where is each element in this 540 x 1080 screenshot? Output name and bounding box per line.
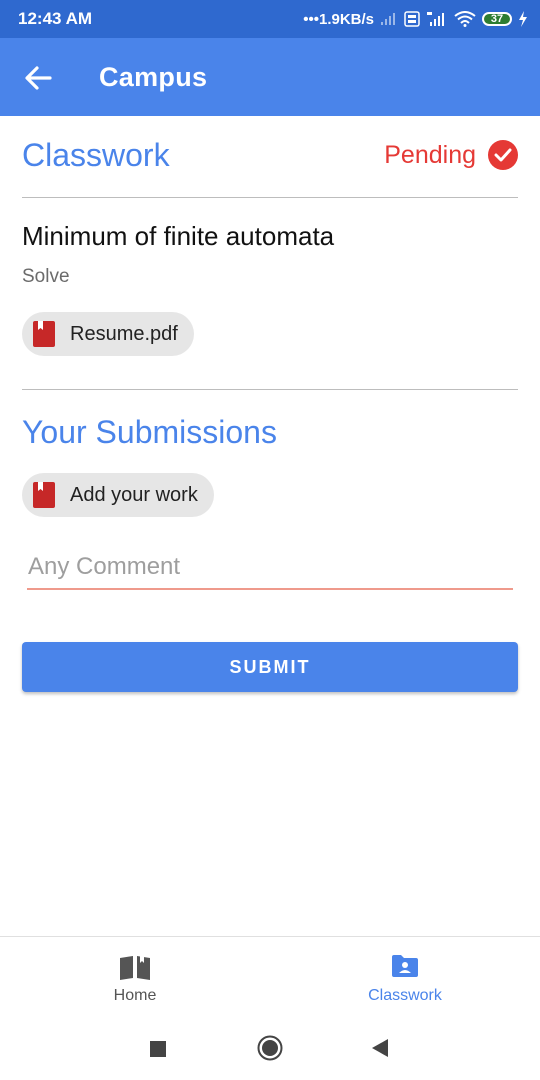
status-icons: •••1.9KB/s 37 xyxy=(303,8,528,30)
nav-item-home[interactable]: Home xyxy=(0,937,270,1016)
comment-input[interactable] xyxy=(27,552,513,590)
back-button[interactable] xyxy=(22,63,56,93)
charging-bolt-icon xyxy=(518,11,528,27)
recents-square-icon[interactable] xyxy=(149,1040,167,1063)
status-label: Pending xyxy=(384,140,476,169)
add-work-label: Add your work xyxy=(70,483,198,506)
divider xyxy=(22,389,518,390)
bookmark-file-icon xyxy=(32,320,56,348)
attachment-label: Resume.pdf xyxy=(70,322,178,345)
folder-person-icon xyxy=(388,953,422,981)
classwork-heading: Classwork xyxy=(22,137,170,173)
add-work-button[interactable]: Add your work xyxy=(22,473,214,517)
network-speed: •••1.9KB/s xyxy=(303,10,374,28)
check-circle-icon xyxy=(488,140,518,170)
volte-icon xyxy=(404,11,420,27)
bottom-navigation: Home Classwork xyxy=(0,936,540,1016)
signal-4g-icon xyxy=(426,11,448,27)
status-bar: 12:43 AM •••1.9KB/s 37 xyxy=(0,0,540,38)
battery-icon: 37 xyxy=(482,12,512,26)
home-circle-icon[interactable] xyxy=(257,1035,283,1066)
divider xyxy=(22,197,518,198)
task-subtitle: Solve xyxy=(22,266,70,287)
app-title: Campus xyxy=(99,62,208,92)
status-time: 12:43 AM xyxy=(18,9,93,28)
open-book-icon xyxy=(118,953,152,981)
system-navigation-bar xyxy=(0,1015,540,1080)
signal-weak-icon xyxy=(380,12,398,26)
nav-item-classwork[interactable]: Classwork xyxy=(270,937,540,1016)
task-title: Minimum of finite automata xyxy=(22,221,335,251)
status-pending: Pending xyxy=(384,140,518,170)
nav-label-classwork: Classwork xyxy=(368,987,442,1004)
back-triangle-icon[interactable] xyxy=(371,1038,389,1063)
submissions-heading: Your Submissions xyxy=(22,414,277,450)
nav-label-home: Home xyxy=(113,987,157,1004)
submit-button[interactable]: SUBMIT xyxy=(22,642,518,692)
app-bar: Campus xyxy=(0,38,540,116)
bookmark-file-icon xyxy=(32,481,56,509)
wifi-icon xyxy=(454,11,476,27)
attachment-chip[interactable]: Resume.pdf xyxy=(22,312,194,356)
arrow-left-icon xyxy=(25,66,52,90)
